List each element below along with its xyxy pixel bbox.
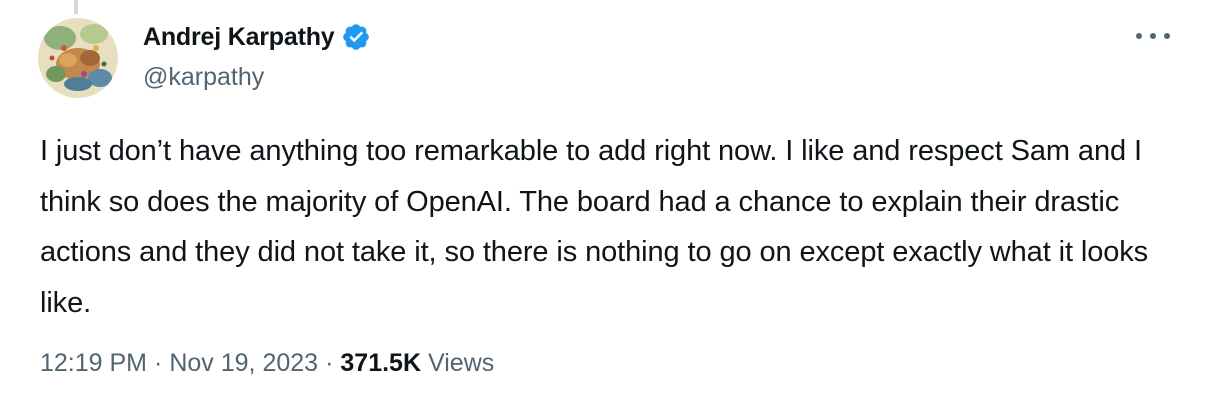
author-display-name[interactable]: Andrej Karpathy bbox=[143, 23, 335, 52]
avatar[interactable] bbox=[38, 18, 118, 98]
thread-line bbox=[74, 0, 78, 14]
tweet-time[interactable]: 12:19 PM bbox=[40, 349, 147, 377]
more-options-icon[interactable] bbox=[1136, 26, 1170, 46]
avatar-illustration bbox=[38, 18, 118, 98]
more-dot bbox=[1164, 33, 1170, 39]
meta-separator: · bbox=[154, 349, 163, 377]
tweet-date[interactable]: Nov 19, 2023 bbox=[169, 349, 318, 377]
tweet-meta: 12:19 PM · Nov 19, 2023 · 371.5K Views bbox=[40, 349, 494, 378]
author-handle[interactable]: @karpathy bbox=[143, 63, 264, 92]
author-name-row: Andrej Karpathy bbox=[143, 22, 371, 52]
more-dot bbox=[1150, 33, 1156, 39]
tweet-text: I just don’t have anything too remarkabl… bbox=[40, 135, 1149, 319]
more-dot bbox=[1136, 33, 1142, 39]
views-label: Views bbox=[428, 349, 495, 377]
meta-separator: · bbox=[325, 349, 334, 377]
tweet-card: Andrej Karpathy @karpathy I just don’t h… bbox=[0, 0, 1222, 412]
verified-badge-icon[interactable] bbox=[341, 22, 371, 52]
views-count[interactable]: 371.5K bbox=[340, 349, 421, 377]
